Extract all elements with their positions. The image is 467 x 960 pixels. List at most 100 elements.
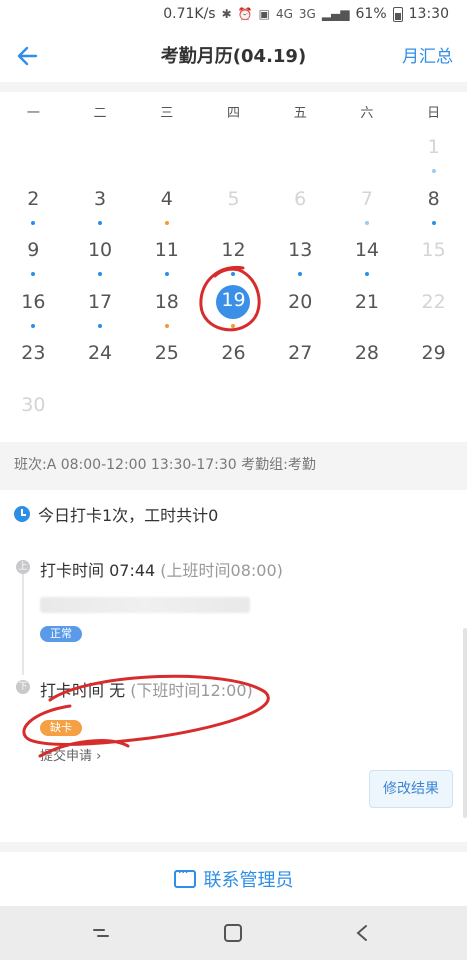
day-number: 2 xyxy=(27,187,40,210)
attendance-dot xyxy=(98,220,103,225)
calendar-day[interactable]: 25 xyxy=(133,336,200,388)
calendar-day-selected[interactable]: 19 xyxy=(200,284,267,337)
calendar-day[interactable]: 29 xyxy=(400,336,467,388)
calendar-day[interactable]: 3 xyxy=(67,182,134,234)
shift-info: 班次:A 08:00-12:00 13:30-17:30 考勤组:考勤 xyxy=(0,443,467,487)
calendar-empty-cell xyxy=(200,130,267,182)
calendar-day[interactable]: 28 xyxy=(334,336,401,388)
calendar-day[interactable]: 15 xyxy=(400,233,467,285)
attendance-dot xyxy=(431,220,436,225)
day-number: 18 xyxy=(154,290,179,313)
calendar-day[interactable]: 26 xyxy=(200,336,267,388)
calendar-empty-cell xyxy=(67,130,134,182)
battery-icon xyxy=(392,6,403,22)
calendar-day[interactable]: 14 xyxy=(334,233,401,285)
notification-icon: ▣ xyxy=(258,7,270,21)
calendar-day[interactable]: 4 xyxy=(133,182,200,234)
calendar-day[interactable]: 21 xyxy=(334,285,401,337)
attendance-dot xyxy=(364,220,369,225)
day-number: 22 xyxy=(421,290,446,313)
attendance-dot xyxy=(231,272,236,276)
day-number: 24 xyxy=(87,342,113,364)
weekday-label: 五 xyxy=(293,105,307,121)
day-number: 21 xyxy=(354,290,380,313)
page-title: 考勤月历(04.19) xyxy=(160,46,307,67)
weekday-label: 日 xyxy=(427,105,441,121)
clock-in-badge: 上 xyxy=(16,560,30,574)
scrollbar[interactable] xyxy=(463,628,467,818)
clock-out-time: 打卡时间 无 xyxy=(40,681,126,700)
day-number: 1 xyxy=(427,136,440,158)
modify-result-button[interactable]: 修改结果 xyxy=(369,770,453,808)
calendar-day[interactable]: 22 xyxy=(400,285,467,337)
calendar-day[interactable]: 20 xyxy=(267,285,334,337)
monthly-summary-link[interactable]: 月汇总 xyxy=(402,42,453,67)
day-number: 20 xyxy=(288,290,313,313)
day-number: 28 xyxy=(354,342,380,364)
clock-in-record: 打卡时间 07:44 (上班时间08:00) xyxy=(40,557,283,581)
calendar-day[interactable]: 27 xyxy=(267,336,334,388)
calendar-day[interactable]: 6 xyxy=(267,182,334,234)
clock-time: 13:30 xyxy=(408,6,449,22)
back-nav-icon[interactable] xyxy=(352,922,374,944)
calendar-day[interactable]: 18 xyxy=(133,285,200,337)
contact-admin-label: 联系管理员 xyxy=(203,870,294,891)
calendar-day[interactable]: 1 xyxy=(400,130,467,182)
chat-icon xyxy=(173,865,196,888)
calendar-day[interactable]: 24 xyxy=(67,336,134,388)
day-number: 29 xyxy=(421,342,446,364)
day-number: 4 xyxy=(160,187,173,210)
attendance-dot xyxy=(31,272,36,276)
submit-request-label: 提交申请 xyxy=(40,749,93,764)
day-number: 15 xyxy=(421,239,446,261)
calendar-day[interactable]: 7 xyxy=(334,182,401,234)
day-number: 9 xyxy=(27,239,40,261)
chevron-right-icon: › xyxy=(96,749,102,764)
calendar-day[interactable]: 23 xyxy=(0,336,67,388)
day-number: 23 xyxy=(21,342,46,364)
day-number: 10 xyxy=(87,239,113,261)
network-4g-label: 4G xyxy=(275,7,293,21)
today-summary-row: 今日打卡1次，工时共计0 xyxy=(14,502,218,526)
clock-out-badge: 下 xyxy=(16,680,30,694)
attendance-dot xyxy=(31,220,36,225)
calendar-empty-cell xyxy=(133,130,200,182)
attendance-calendar: 一二三四五六日 1 2 3 4 5 6 7 8 9 10 11 12 13 14 15 16 17 18 19 20 2… xyxy=(0,92,467,442)
day-number: 8 xyxy=(427,187,440,210)
calendar-day[interactable]: 9 xyxy=(0,233,67,285)
weekday-label: 六 xyxy=(360,105,374,121)
submit-request-link[interactable]: 提交申请 › xyxy=(40,745,101,764)
calendar-day[interactable]: 2 xyxy=(0,182,67,234)
punch-records: 今日打卡1次，工时共计0 上 打卡时间 07:44 (上班时间08:00) 正常… xyxy=(0,490,467,842)
alarm-icon: ⏰ xyxy=(237,7,253,21)
calendar-day[interactable]: 12 xyxy=(200,233,267,285)
home-icon[interactable] xyxy=(222,922,244,944)
calendar-day[interactable]: 30 xyxy=(0,388,67,440)
day-number: 16 xyxy=(21,290,46,313)
status-badge-missing: 缺卡 xyxy=(40,720,82,736)
day-number: 13 xyxy=(288,239,313,261)
day-number: 27 xyxy=(288,342,313,364)
signal-icon: ▂▄▆ xyxy=(321,7,350,21)
recent-apps-icon[interactable] xyxy=(90,922,112,944)
attendance-dot xyxy=(98,323,103,328)
today-summary: 今日打卡1次，工时共计0 xyxy=(38,506,219,525)
attendance-dot xyxy=(298,272,303,276)
day-number: 6 xyxy=(294,187,307,210)
app-header: 考勤月历(04.19) 月汇总 xyxy=(0,30,467,82)
clock-out-scheduled: (下班时间12:00) xyxy=(130,681,253,700)
day-number: 11 xyxy=(154,239,179,261)
calendar-day[interactable]: 5 xyxy=(200,182,267,234)
clock-icon xyxy=(14,506,30,522)
clock-in-time: 打卡时间 07:44 xyxy=(40,561,156,580)
day-number: 12 xyxy=(221,239,246,261)
calendar-day[interactable]: 13 xyxy=(267,233,334,285)
calendar-day[interactable]: 10 xyxy=(67,233,134,285)
contact-admin-button[interactable]: 联系管理员 xyxy=(0,852,467,906)
calendar-day[interactable]: 17 xyxy=(67,285,134,337)
system-nav-bar xyxy=(0,906,467,960)
calendar-day[interactable]: 8 xyxy=(400,182,467,234)
calendar-day[interactable]: 11 xyxy=(133,233,200,285)
attendance-dot xyxy=(231,323,236,328)
calendar-day[interactable]: 16 xyxy=(0,285,67,337)
